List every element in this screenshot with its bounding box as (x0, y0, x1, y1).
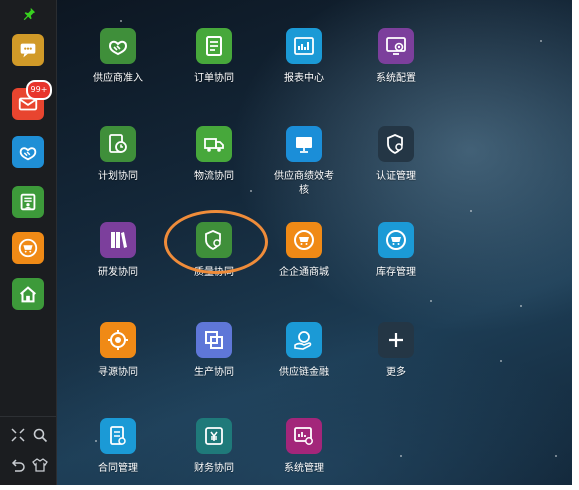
app-finance-collab[interactable]: 财务协同 (172, 418, 256, 476)
app-label: 更多 (386, 367, 406, 378)
app-label: 寻源协同 (98, 367, 138, 378)
inventory-cart-icon (378, 222, 414, 258)
finance-hand-icon (286, 322, 322, 358)
app-supplier-performance[interactable]: 供应商绩效考核 (262, 126, 346, 198)
books-icon (100, 222, 136, 258)
plus-icon (378, 322, 414, 358)
app-sourcing-collab[interactable]: 寻源协同 (76, 322, 160, 380)
app-label: 供应链金融 (279, 367, 329, 378)
app-label: 订单协同 (194, 73, 234, 84)
app-qqt-mall[interactable]: 企企通商城 (262, 222, 346, 280)
document-user-icon[interactable] (12, 186, 44, 218)
app-label: 供应商绩效考核 (274, 171, 334, 196)
app-production-collab[interactable]: 生产协同 (172, 322, 256, 380)
app-label: 系统管理 (284, 463, 324, 474)
app-label: 认证管理 (376, 171, 416, 182)
app-rd-collab[interactable]: 研发协同 (76, 222, 160, 280)
finance-yuan-icon (196, 418, 232, 454)
app-label: 物流协同 (194, 171, 234, 182)
app-supply-chain-finance[interactable]: 供应链金融 (262, 322, 346, 380)
chat-icon[interactable] (12, 34, 44, 66)
unread-badge: 99+ (26, 80, 52, 100)
app-label: 研发协同 (98, 267, 138, 278)
shirt-icon[interactable] (32, 457, 50, 475)
shield-gear-icon (378, 126, 414, 162)
app-label: 计划协同 (98, 171, 138, 182)
sidebar-tools (0, 416, 56, 485)
app-label: 合同管理 (98, 463, 138, 474)
production-icon (196, 322, 232, 358)
app-contract[interactable]: 合同管理 (76, 418, 160, 476)
app-label: 供应商准入 (93, 73, 143, 84)
sidebar: 99+ (0, 0, 57, 485)
plan-clock-icon (100, 126, 136, 162)
app-inventory[interactable]: 库存管理 (354, 222, 438, 280)
system-config-icon (378, 28, 414, 64)
mall-cart-icon (286, 222, 322, 258)
undo-icon[interactable] (10, 457, 28, 475)
app-system-config[interactable]: 系统配置 (354, 28, 438, 86)
desktop: 99+ 供应商准入 订单协同 报表中心 系统配置 计划协同 物流协同 供应商绩效… (0, 0, 572, 485)
home-icon[interactable] (12, 278, 44, 310)
pin-icon[interactable] (22, 6, 36, 21)
system-manage-icon (286, 418, 322, 454)
app-plan-collab[interactable]: 计划协同 (76, 126, 160, 184)
app-certification[interactable]: 认证管理 (354, 126, 438, 184)
contract-icon (100, 418, 136, 454)
truck-icon (196, 126, 232, 162)
app-label: 系统配置 (376, 73, 416, 84)
app-logistics-collab[interactable]: 物流协同 (172, 126, 256, 184)
cart-icon[interactable] (12, 232, 44, 264)
app-label: 库存管理 (376, 267, 416, 278)
app-label: 财务协同 (194, 463, 234, 474)
search-icon[interactable] (32, 427, 50, 445)
handshake-icon (100, 28, 136, 64)
app-label: 报表中心 (284, 73, 324, 84)
highlight-circle (164, 210, 268, 274)
app-more[interactable]: 更多 (354, 322, 438, 380)
handshake-icon[interactable] (12, 136, 44, 168)
mail-icon[interactable]: 99+ (12, 80, 52, 120)
order-list-icon (196, 28, 232, 64)
app-label: 企企通商城 (279, 267, 329, 278)
app-label: 生产协同 (194, 367, 234, 378)
report-chart-icon (286, 28, 322, 64)
app-supplier-access[interactable]: 供应商准入 (76, 28, 160, 86)
expand-icon[interactable] (10, 427, 28, 445)
app-order-collab[interactable]: 订单协同 (172, 28, 256, 86)
monitor-icon (286, 126, 322, 162)
target-icon (100, 322, 136, 358)
app-system-manage[interactable]: 系统管理 (262, 418, 346, 476)
app-report-center[interactable]: 报表中心 (262, 28, 346, 86)
